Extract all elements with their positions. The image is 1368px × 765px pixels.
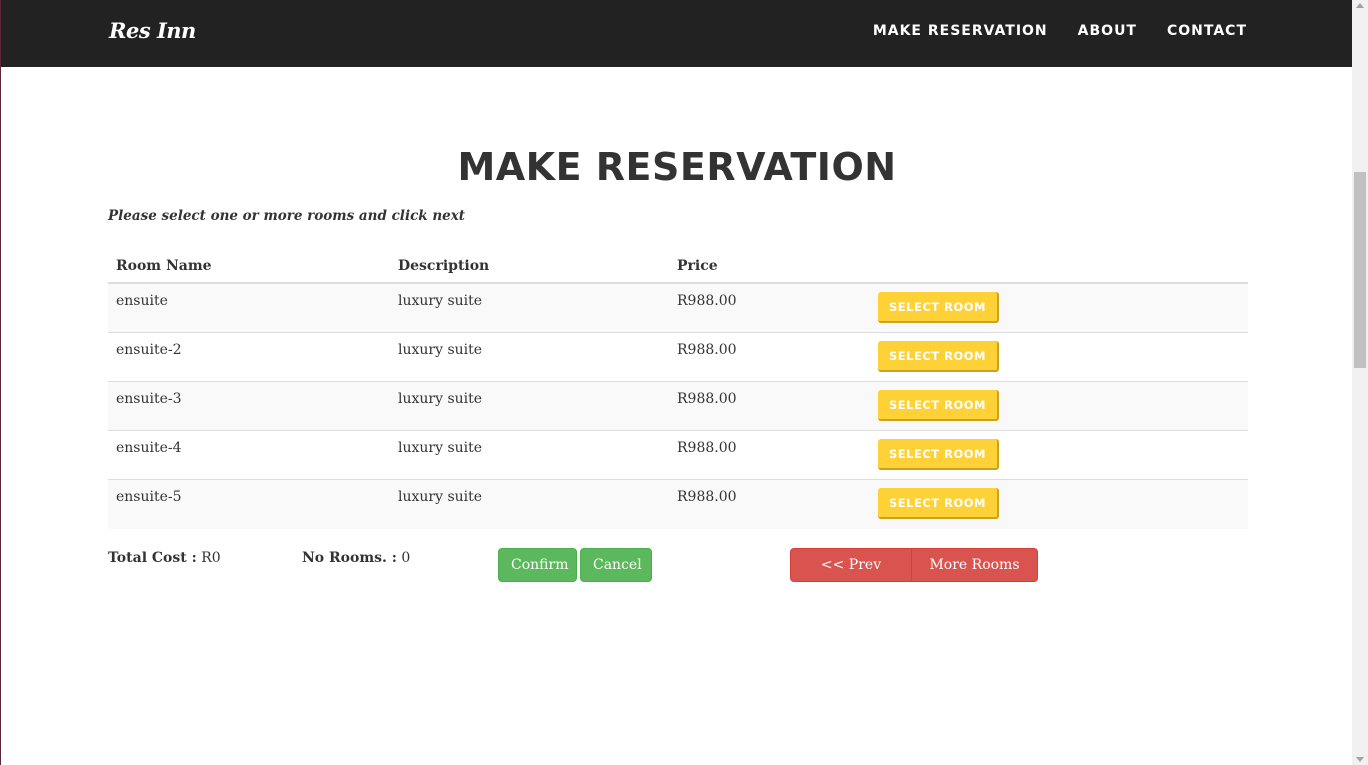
description-cell: luxury suite (390, 332, 669, 382)
nav-link-about[interactable]: ABOUT (1078, 23, 1137, 39)
price-cell: R988.00 (669, 430, 870, 480)
nav-link-contact[interactable]: CONTACT (1167, 23, 1247, 39)
vertical-scrollbar[interactable] (1352, 0, 1368, 765)
scrollbar-thumb[interactable] (1354, 172, 1366, 368)
cancel-button[interactable]: Cancel (580, 548, 652, 582)
room-name-cell: ensuite (108, 282, 390, 333)
total-cost-label: Total Cost : (108, 550, 197, 566)
table-row: ensuite-5 luxury suite R988.00 SELECT RO… (108, 479, 1248, 529)
page: Res Inn MAKE RESERVATION ABOUT CONTACT M… (0, 0, 1353, 765)
total-cost: Total Cost : R0 (108, 550, 221, 566)
scroll-up-arrow-icon[interactable] (1356, 3, 1364, 8)
action-cell: SELECT ROOM (870, 282, 1248, 333)
rooms-table: Room Name Description Price ensuite luxu… (108, 246, 1248, 529)
confirm-button[interactable]: Confirm (498, 548, 577, 582)
table-row: ensuite-3 luxury suite R988.00 SELECT RO… (108, 381, 1248, 431)
scroll-down-arrow-icon[interactable] (1356, 757, 1364, 762)
room-count: No Rooms. : 0 (302, 550, 410, 566)
action-cell: SELECT ROOM (870, 430, 1248, 480)
room-count-value: 0 (401, 550, 411, 566)
total-cost-value: R0 (201, 550, 221, 566)
select-room-button[interactable]: SELECT ROOM (878, 439, 999, 470)
table-row: ensuite-2 luxury suite R988.00 SELECT RO… (108, 332, 1248, 382)
price-cell: R988.00 (669, 381, 870, 431)
more-rooms-button[interactable]: More Rooms >> (911, 548, 1038, 605)
room-name-cell: ensuite-3 (108, 381, 390, 431)
price-cell: R988.00 (669, 332, 870, 382)
room-count-label: No Rooms. : (302, 550, 397, 566)
table-row: ensuite luxury suite R988.00 SELECT ROOM (108, 282, 1248, 333)
select-room-button[interactable]: SELECT ROOM (878, 488, 999, 519)
header-action (870, 246, 1248, 284)
description-cell: luxury suite (390, 381, 669, 431)
price-cell: R988.00 (669, 479, 870, 529)
header-room-name: Room Name (108, 246, 390, 284)
select-room-button[interactable]: SELECT ROOM (878, 292, 999, 323)
select-room-button[interactable]: SELECT ROOM (878, 341, 999, 372)
page-title: MAKE RESERVATION (457, 145, 897, 189)
description-cell: luxury suite (390, 430, 669, 480)
navbar: Res Inn MAKE RESERVATION ABOUT CONTACT (1, 0, 1353, 67)
description-cell: luxury suite (390, 282, 669, 333)
table-row: ensuite-4 luxury suite R988.00 SELECT RO… (108, 430, 1248, 480)
header-price: Price (669, 246, 870, 284)
description-cell: luxury suite (390, 479, 669, 529)
table-header-row: Room Name Description Price (108, 246, 1248, 284)
prev-rooms-button[interactable]: << Prev Rooms (790, 548, 912, 605)
room-name-cell: ensuite-5 (108, 479, 390, 529)
price-cell: R988.00 (669, 282, 870, 333)
room-name-cell: ensuite-4 (108, 430, 390, 480)
action-cell: SELECT ROOM (870, 479, 1248, 529)
nav-link-make-reservation[interactable]: MAKE RESERVATION (873, 23, 1048, 39)
header-description: Description (390, 246, 669, 284)
brand-logo[interactable]: Res Inn (109, 18, 196, 43)
nav-links: MAKE RESERVATION ABOUT CONTACT (873, 23, 1247, 39)
room-name-cell: ensuite-2 (108, 332, 390, 382)
select-room-button[interactable]: SELECT ROOM (878, 390, 999, 421)
action-cell: SELECT ROOM (870, 381, 1248, 431)
instruction-text: Please select one or more rooms and clic… (108, 208, 466, 224)
action-cell: SELECT ROOM (870, 332, 1248, 382)
